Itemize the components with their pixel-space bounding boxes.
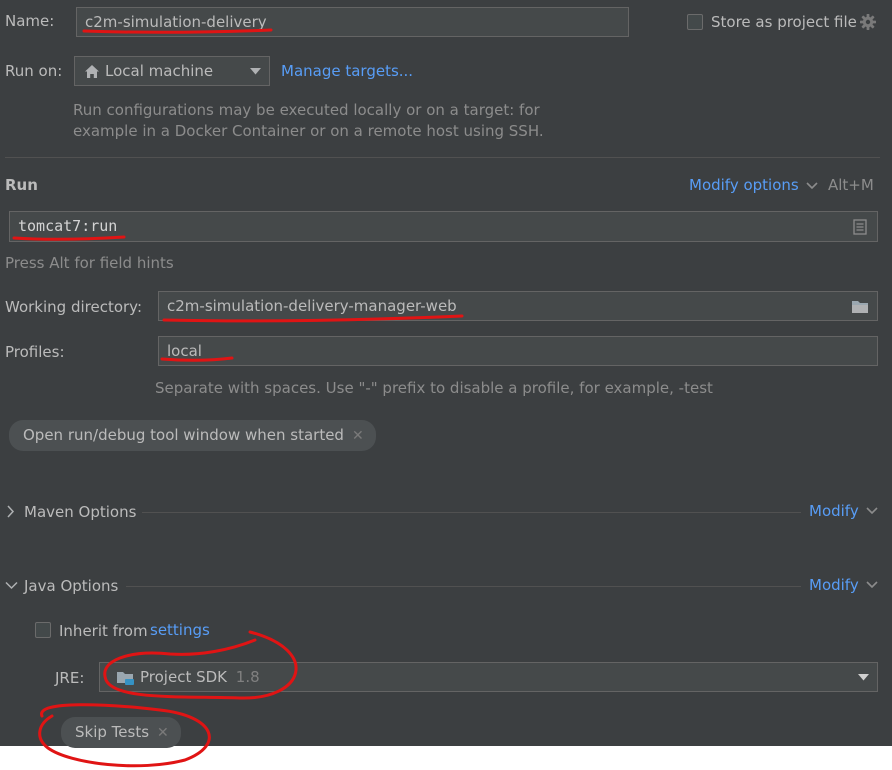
jre-dropdown[interactable]: Project SDK 1.8 xyxy=(99,662,878,692)
folder-icon[interactable] xyxy=(851,299,869,314)
name-label: Name: xyxy=(5,12,55,30)
store-as-project-file-checkbox[interactable] xyxy=(687,14,703,30)
divider xyxy=(142,512,801,513)
working-directory-input[interactable]: c2m-simulation-delivery-manager-web xyxy=(158,291,878,321)
working-directory-label: Working directory: xyxy=(5,298,143,316)
skip-tests-chip-label: Skip Tests xyxy=(75,723,150,741)
jre-label: JRE: xyxy=(55,669,85,687)
maven-modify-link[interactable]: Modify xyxy=(809,502,859,520)
working-directory-value: c2m-simulation-delivery-manager-web xyxy=(167,297,457,315)
gear-icon[interactable] xyxy=(859,13,877,31)
inherit-from-label: Inherit from xyxy=(59,622,148,640)
skip-tests-chip[interactable]: Skip Tests ✕ xyxy=(61,717,181,748)
inherit-from-settings-checkbox[interactable] xyxy=(35,622,51,638)
run-on-label: Run on: xyxy=(5,62,63,80)
divider xyxy=(126,586,801,587)
close-icon[interactable]: ✕ xyxy=(352,428,364,444)
profiles-hint: Separate with spaces. Use "-" prefix to … xyxy=(155,379,713,397)
chevron-down-icon[interactable] xyxy=(5,581,18,590)
settings-link[interactable]: settings xyxy=(150,621,210,639)
run-on-description-line2: example in a Docker Container or on a re… xyxy=(73,122,544,140)
java-options-title[interactable]: Java Options xyxy=(24,577,118,595)
run-configuration-panel: Name: c2m-simulation-delivery Store as p… xyxy=(0,0,892,748)
profiles-label: Profiles: xyxy=(5,343,65,361)
jre-value: Project SDK xyxy=(140,668,227,686)
chevron-down-icon[interactable] xyxy=(866,507,878,515)
jre-version: 1.8 xyxy=(235,668,260,686)
chevron-down-icon xyxy=(250,68,261,75)
run-on-dropdown[interactable]: Local machine xyxy=(74,56,270,86)
chevron-down-icon xyxy=(858,674,869,681)
chevron-down-icon[interactable] xyxy=(866,581,878,589)
home-icon xyxy=(84,64,100,79)
folder-icon xyxy=(116,670,135,686)
chevron-right-icon[interactable] xyxy=(6,505,15,518)
profiles-input[interactable]: local xyxy=(158,336,878,366)
maven-options-title[interactable]: Maven Options xyxy=(24,503,136,521)
open-tool-window-chip[interactable]: Open run/debug tool window when started ✕ xyxy=(9,420,376,451)
run-section-title: Run xyxy=(5,176,38,194)
name-input[interactable]: c2m-simulation-delivery xyxy=(76,7,629,37)
close-icon[interactable]: ✕ xyxy=(157,725,169,741)
divider xyxy=(5,157,880,158)
modify-options-link[interactable]: Modify options xyxy=(689,176,799,194)
modify-options-shortcut: Alt+M xyxy=(828,176,874,194)
name-value: c2m-simulation-delivery xyxy=(85,13,267,31)
store-as-project-file-label: Store as project file xyxy=(711,13,857,31)
field-hint-text: Press Alt for field hints xyxy=(5,254,174,272)
java-modify-link[interactable]: Modify xyxy=(809,576,859,594)
expand-icon[interactable] xyxy=(853,219,867,235)
run-on-description-line1: Run configurations may be executed local… xyxy=(73,101,540,119)
manage-targets-link[interactable]: Manage targets... xyxy=(281,62,413,80)
chevron-down-icon[interactable] xyxy=(806,182,818,190)
open-tool-window-chip-label: Open run/debug tool window when started xyxy=(23,426,344,444)
run-on-target: Local machine xyxy=(105,62,214,80)
command-line-input[interactable]: tomcat7:run xyxy=(9,211,878,242)
profiles-value: local xyxy=(167,342,202,360)
command-line-value: tomcat7:run xyxy=(18,217,118,235)
